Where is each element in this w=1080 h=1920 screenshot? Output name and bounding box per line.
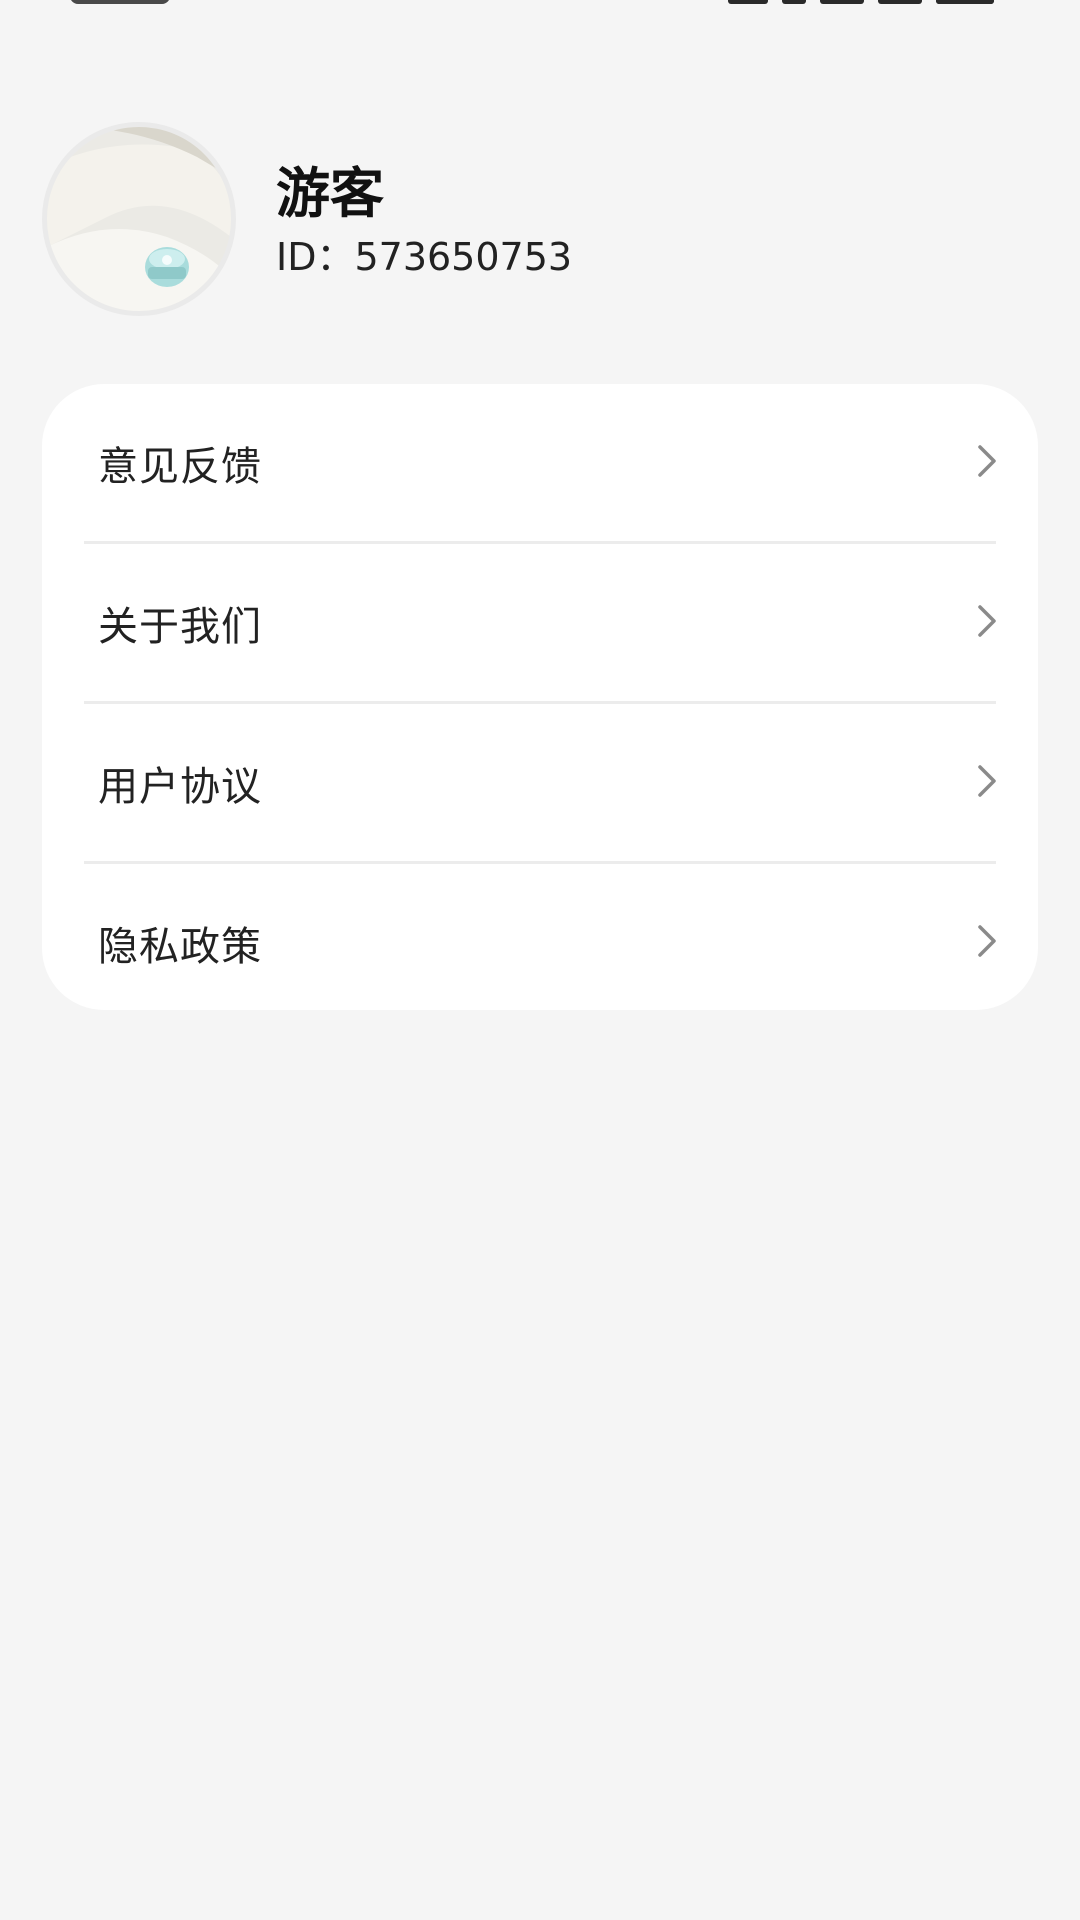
user-id: ID：573650753	[276, 235, 573, 279]
wifi-icon	[782, 0, 806, 4]
menu-item-label: 用户协议	[98, 763, 262, 810]
chevron-right-icon	[978, 924, 996, 957]
battery-icon	[936, 0, 994, 4]
avatar-image	[47, 127, 231, 311]
chevron-right-icon	[978, 444, 996, 477]
menu-item-about-us[interactable]: 关于我们	[42, 544, 1038, 701]
notification-icon	[728, 0, 768, 4]
menu-item-label: 隐私政策	[98, 923, 262, 970]
status-icons	[728, 0, 994, 4]
menu-item-user-agreement[interactable]: 用户协议	[42, 704, 1038, 861]
status-time	[70, 0, 170, 4]
status-bar	[0, 0, 1080, 10]
menu-item-feedback[interactable]: 意见反馈	[42, 384, 1038, 541]
chevron-right-icon	[978, 764, 996, 797]
signal-icon	[820, 0, 864, 4]
profile-text: 游客 ID：573650753	[276, 162, 572, 282]
chevron-right-icon	[978, 604, 996, 637]
profile-header: 游客 ID：573650753	[42, 122, 572, 316]
settings-menu-card: 意见反馈 关于我们 用户协议 隐私政策	[42, 384, 1038, 1010]
menu-item-label: 意见反馈	[98, 443, 262, 490]
username: 游客	[276, 162, 384, 225]
signal-icon	[878, 0, 922, 4]
avatar[interactable]	[42, 122, 236, 316]
menu-item-privacy-policy[interactable]: 隐私政策	[42, 864, 1038, 1010]
menu-item-label: 关于我们	[98, 603, 262, 650]
